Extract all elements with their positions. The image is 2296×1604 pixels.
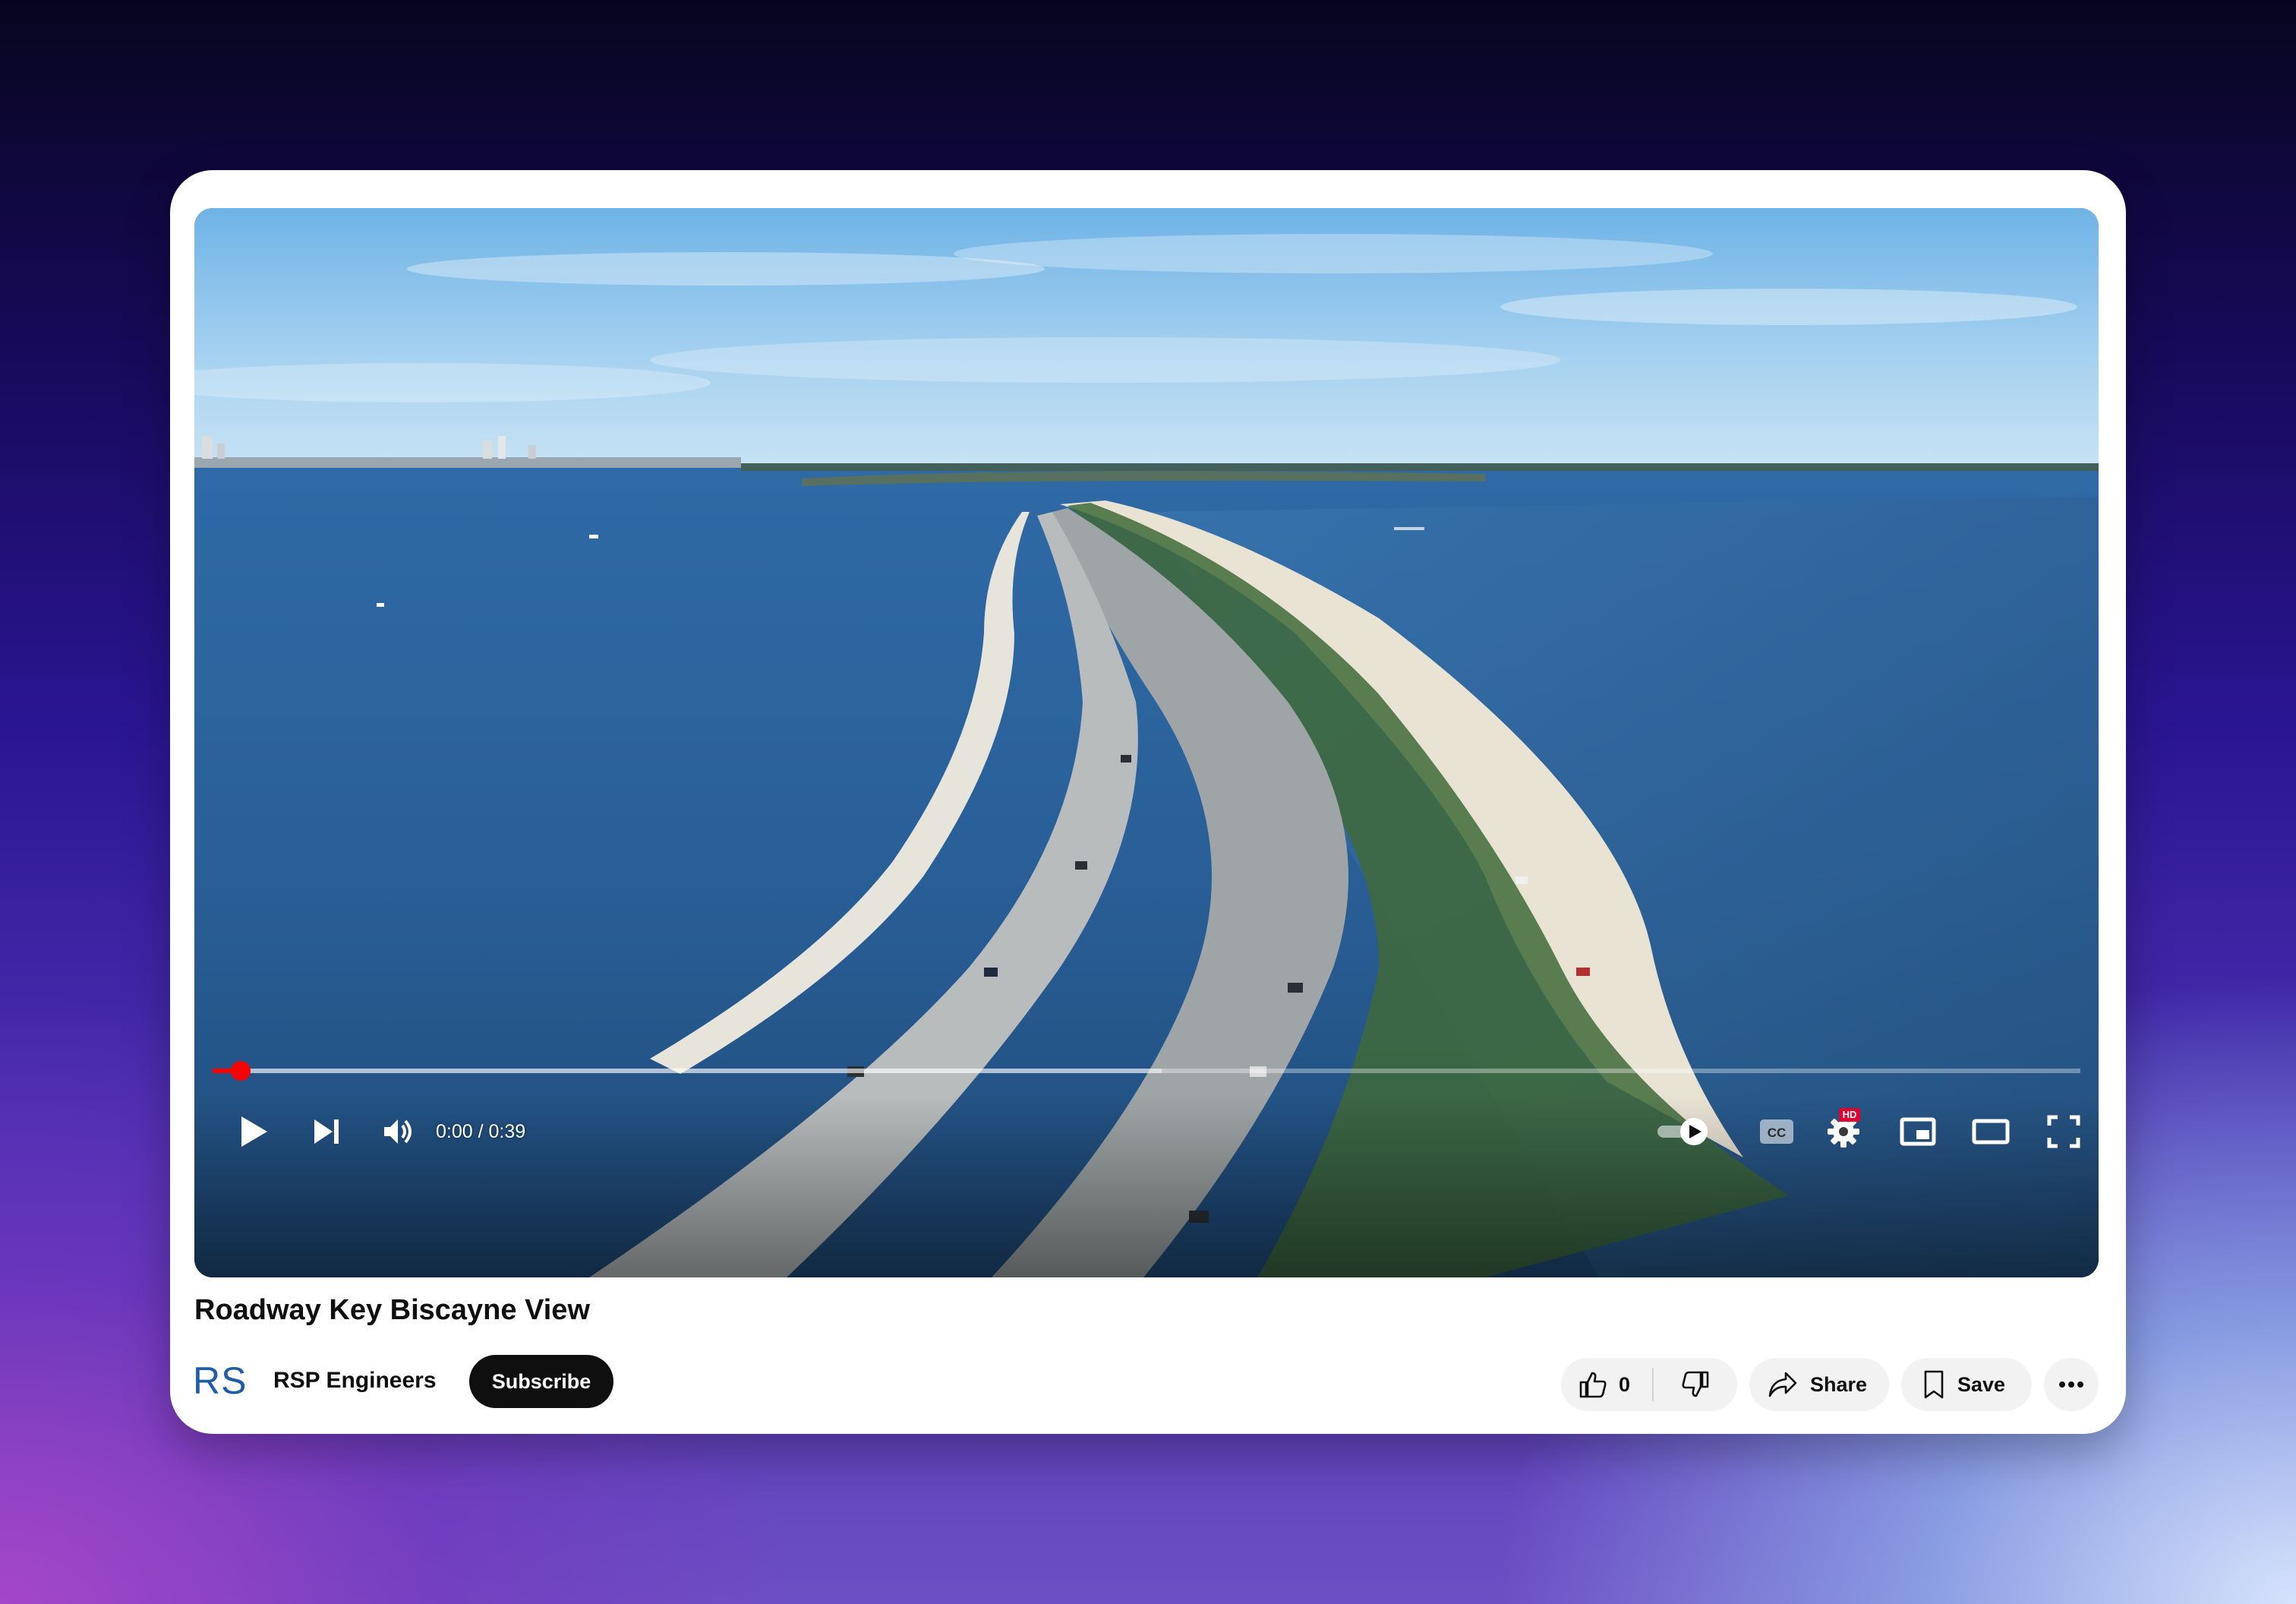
video-card: 0:00 / 0:39 CC HD Roadway Key Biscayne V… [170, 170, 2126, 1434]
video-title: Roadway Key Biscayne View [194, 1294, 590, 1326]
progress-scrubber[interactable] [230, 1061, 251, 1081]
miniplayer-button[interactable] [1889, 1103, 1947, 1160]
more-horizontal-icon [2059, 1381, 2083, 1388]
fullscreen-button[interactable] [2035, 1103, 2093, 1160]
like-button[interactable]: 0 [1561, 1358, 1652, 1411]
video-player[interactable]: 0:00 / 0:39 CC HD [194, 208, 2099, 1277]
like-dislike-group: 0 [1561, 1358, 1737, 1411]
play-button[interactable] [225, 1103, 282, 1160]
theater-mode-icon [1972, 1119, 2010, 1145]
thumbs-up-icon [1579, 1372, 1607, 1398]
next-button[interactable] [298, 1103, 355, 1160]
subscribe-button[interactable]: Subscribe [469, 1355, 613, 1408]
share-label: Share [1810, 1372, 1868, 1396]
channel-name[interactable]: RSP Engineers [273, 1364, 437, 1397]
autoplay-toggle-icon [1657, 1118, 1708, 1145]
channel-avatar[interactable]: RSI [193, 1359, 251, 1402]
fullscreen-icon [2047, 1115, 2080, 1148]
play-icon [241, 1116, 267, 1147]
dislike-button[interactable] [1654, 1358, 1737, 1411]
volume-icon [384, 1119, 412, 1144]
like-count: 0 [1619, 1372, 1631, 1396]
thumbs-down-icon [1682, 1371, 1709, 1397]
captions-button[interactable]: CC [1748, 1103, 1806, 1160]
svg-text:CC: CC [1768, 1126, 1787, 1140]
progress-buffered [213, 1069, 1162, 1073]
autoplay-toggle[interactable] [1649, 1103, 1717, 1160]
miniplayer-icon [1900, 1117, 1936, 1146]
save-label: Save [1957, 1372, 2006, 1396]
hd-badge: HD [1839, 1108, 1860, 1122]
progress-bar[interactable] [213, 1061, 2080, 1081]
theater-mode-button[interactable] [1962, 1103, 2020, 1160]
save-button[interactable]: Save [1901, 1358, 2032, 1411]
cc-icon: CC [1760, 1119, 1793, 1144]
share-button[interactable]: Share [1749, 1358, 1889, 1411]
time-display: 0:00 / 0:39 [436, 1121, 526, 1142]
bookmark-icon [1924, 1370, 1944, 1399]
next-icon [314, 1119, 339, 1144]
volume-button[interactable] [371, 1103, 428, 1160]
share-icon [1768, 1372, 1797, 1397]
more-actions-button[interactable] [2044, 1358, 2099, 1411]
